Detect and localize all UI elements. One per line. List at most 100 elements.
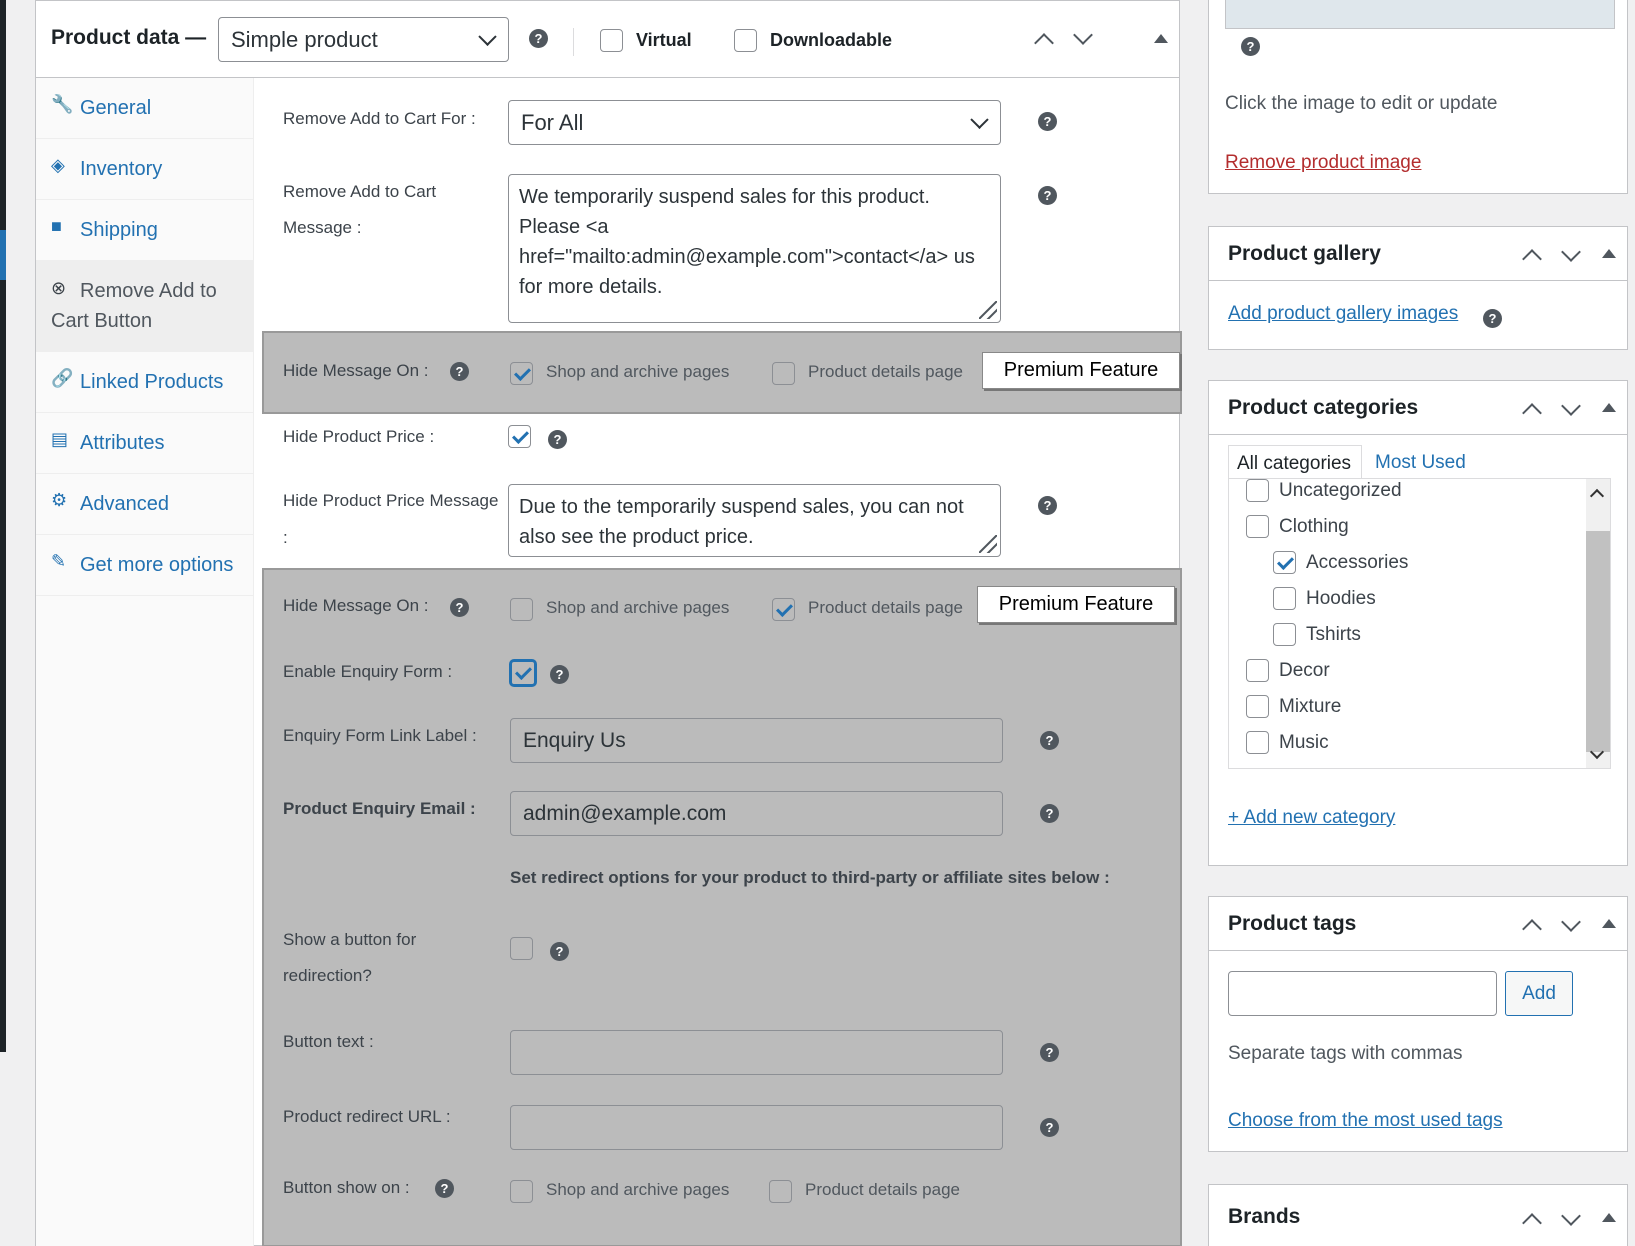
help-icon[interactable]: ? (1040, 804, 1059, 823)
shop-archive-label: Shop and archive pages (546, 598, 730, 617)
button-product-details-checkbox[interactable] (769, 1180, 792, 1203)
enquiry-email-input[interactable]: admin@example.com (510, 791, 1003, 836)
move-up-icon[interactable] (1522, 919, 1542, 939)
help-icon[interactable]: ? (1483, 309, 1502, 328)
help-icon[interactable]: ? (1038, 186, 1057, 205)
help-icon[interactable]: ? (450, 362, 469, 381)
product-type-select[interactable]: Simple product (218, 17, 509, 62)
enable-enquiry-checkbox[interactable] (510, 660, 536, 686)
tag-input[interactable] (1228, 971, 1497, 1016)
move-down-icon[interactable] (1561, 242, 1581, 262)
move-down-icon[interactable] (1561, 1206, 1581, 1226)
help-icon[interactable]: ? (435, 1179, 454, 1198)
category-checkbox[interactable] (1273, 623, 1296, 646)
category-checkbox[interactable] (1246, 731, 1269, 754)
resize-handle-icon[interactable] (979, 301, 997, 319)
tab-linked-products[interactable]: 🔗 Linked Products (36, 352, 254, 413)
category-checkbox[interactable] (1246, 479, 1269, 502)
help-icon[interactable]: ? (1038, 496, 1057, 515)
help-icon[interactable]: ? (450, 598, 469, 617)
tab-inventory[interactable]: ◈ Inventory (36, 139, 254, 200)
tab-most-used[interactable]: Most Used (1375, 452, 1466, 474)
category-item[interactable]: Tshirts (1273, 623, 1361, 646)
tab-attributes[interactable]: ▤ Attributes (36, 413, 254, 474)
help-icon[interactable]: ? (1038, 112, 1057, 131)
admin-menu-indicator (0, 230, 6, 280)
premium-feature-badge[interactable]: Premium Feature (982, 352, 1180, 389)
collapse-toggle-icon[interactable] (1602, 919, 1616, 928)
tab-shipping[interactable]: ■ Shipping (36, 200, 254, 261)
help-icon[interactable]: ? (1040, 1118, 1059, 1137)
help-icon[interactable]: ? (550, 665, 569, 684)
move-up-icon[interactable] (1034, 33, 1054, 53)
tab-remove-add-to-cart[interactable]: ⊗ Remove Add to Cart Button (36, 261, 254, 352)
tab-get-more-options[interactable]: ✎ Get more options (36, 535, 254, 596)
enquiry-link-label: Enquiry Form Link Label : (283, 726, 477, 745)
help-icon[interactable]: ? (550, 942, 569, 961)
collapse-toggle-icon[interactable] (1154, 34, 1168, 43)
choose-most-used-tags-link[interactable]: Choose from the most used tags (1228, 1110, 1503, 1132)
message-line: Please <a (519, 216, 609, 238)
shop-archive-checkbox[interactable] (510, 598, 533, 621)
category-item[interactable]: Clothing (1246, 515, 1349, 538)
category-item[interactable]: Decor (1246, 659, 1330, 682)
premium-feature-badge[interactable]: Premium Feature (977, 586, 1175, 623)
virtual-checkbox[interactable] (600, 29, 623, 52)
shop-archive-label: Shop and archive pages (546, 1180, 730, 1199)
category-checkbox[interactable] (1273, 587, 1296, 610)
tab-label: Advanced (80, 493, 169, 515)
move-down-icon[interactable] (1073, 25, 1093, 45)
downloadable-checkbox[interactable] (734, 29, 757, 52)
category-item[interactable]: Accessories (1273, 551, 1408, 574)
category-checkbox[interactable] (1246, 659, 1269, 682)
help-icon[interactable]: ? (529, 29, 548, 48)
product-image-thumb[interactable] (1225, 0, 1615, 29)
category-item[interactable]: Mixture (1246, 695, 1341, 718)
product-details-checkbox[interactable] (772, 598, 795, 621)
category-checkbox[interactable] (1246, 695, 1269, 718)
move-up-icon[interactable] (1522, 403, 1542, 423)
help-icon[interactable]: ? (1040, 731, 1059, 750)
product-details-checkbox[interactable] (772, 362, 795, 385)
redirect-url-input[interactable] (510, 1105, 1003, 1150)
show-button-checkbox[interactable] (510, 937, 533, 960)
add-gallery-images-link[interactable]: Add product gallery images (1228, 303, 1458, 325)
move-down-icon[interactable] (1561, 912, 1581, 932)
add-new-category-link[interactable]: + Add new category (1228, 807, 1395, 829)
move-up-icon[interactable] (1522, 1213, 1542, 1233)
collapse-toggle-icon[interactable] (1602, 249, 1616, 258)
remove-for-select[interactable]: For All (508, 100, 1001, 145)
button-shop-archive-checkbox[interactable] (510, 1180, 533, 1203)
scrollbar-thumb[interactable] (1586, 531, 1610, 752)
redirect-url-label: Product redirect URL : (283, 1107, 451, 1126)
collapse-toggle-icon[interactable] (1602, 403, 1616, 412)
hide-price-msg-textarea[interactable]: Due to the temporarily suspend sales, yo… (508, 484, 1001, 557)
category-scrollbar[interactable] (1586, 479, 1610, 768)
help-icon[interactable]: ? (1040, 1043, 1059, 1062)
category-item[interactable]: Music (1246, 731, 1329, 754)
move-up-icon[interactable] (1522, 249, 1542, 269)
list-icon: ▤ (51, 429, 69, 449)
collapse-toggle-icon[interactable] (1602, 1213, 1616, 1222)
message-label-cont: Message : (283, 218, 362, 237)
help-icon[interactable]: ? (1241, 37, 1260, 56)
scroll-up-icon[interactable] (1589, 488, 1605, 504)
add-tag-button[interactable]: Add (1505, 971, 1573, 1016)
tab-general[interactable]: 🔧 General (36, 78, 254, 139)
category-item[interactable]: Uncategorized (1246, 479, 1402, 502)
tab-all-categories[interactable]: All categories (1228, 445, 1362, 479)
enquiry-link-input[interactable]: Enquiry Us (510, 718, 1003, 763)
hide-price-checkbox[interactable] (508, 425, 531, 448)
tab-advanced[interactable]: ⚙ Advanced (36, 474, 254, 535)
button-text-input[interactable] (510, 1030, 1003, 1075)
resize-handle-icon[interactable] (979, 535, 997, 553)
move-down-icon[interactable] (1561, 396, 1581, 416)
category-checkbox[interactable] (1246, 515, 1269, 538)
category-checkbox[interactable] (1273, 551, 1296, 574)
help-icon[interactable]: ? (548, 430, 567, 449)
category-item[interactable]: Hoodies (1273, 587, 1376, 610)
truck-icon: ■ (51, 216, 62, 236)
remove-product-image-link[interactable]: Remove product image (1225, 152, 1421, 174)
shop-archive-checkbox[interactable] (510, 362, 533, 385)
message-textarea[interactable]: We temporarily suspend sales for this pr… (508, 174, 1001, 323)
